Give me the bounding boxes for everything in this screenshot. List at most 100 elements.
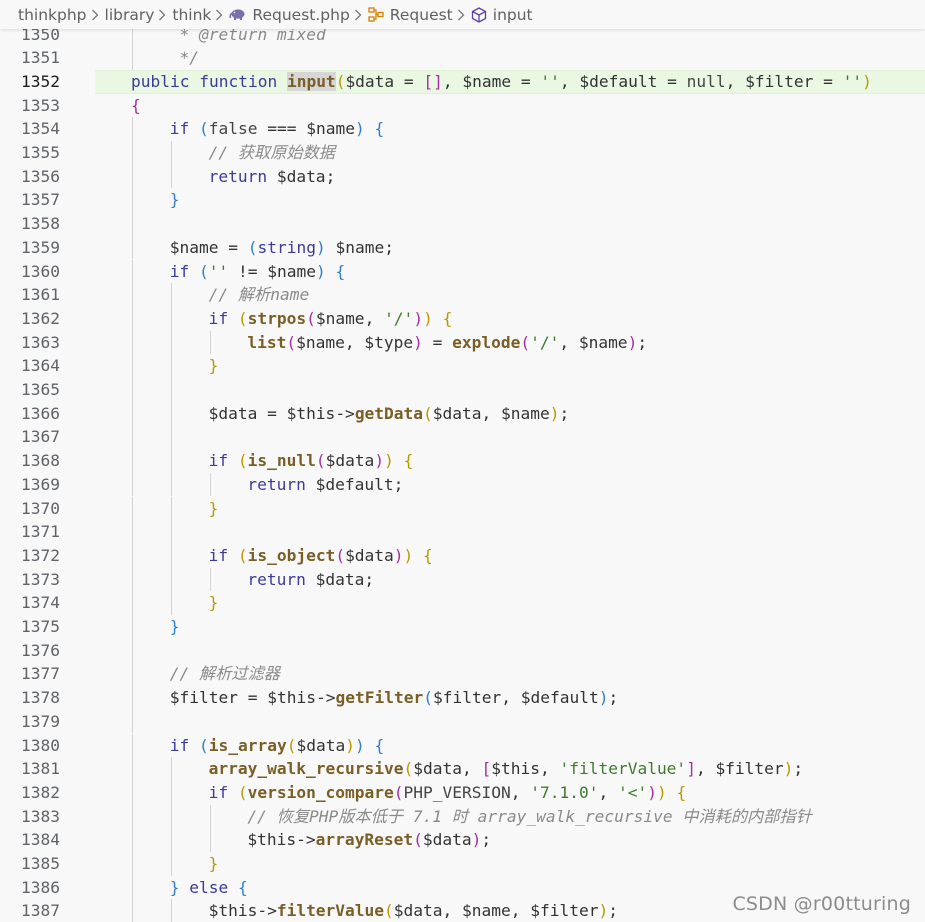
code-token: ) — [316, 237, 326, 257]
code-line[interactable]: 1368 if (is_null($data)) { — [0, 449, 925, 473]
breadcrumb-label: Request.php — [252, 5, 350, 24]
code-line[interactable]: 1360 if ('' != $name) { — [0, 259, 925, 284]
code-token: ; — [325, 166, 336, 186]
code-line[interactable]: 1383 // 恢复PHP版本低于 7.1 时 array_walk_recurs… — [0, 804, 925, 829]
code-line[interactable]: 1353 { — [0, 94, 925, 118]
indent-guide — [209, 567, 211, 592]
code-line[interactable]: 1374} — [0, 591, 925, 615]
code-token: $name — [578, 332, 628, 352]
indent-guide — [170, 591, 172, 615]
indent-guide — [132, 235, 133, 260]
line-number: 1370 — [21, 498, 60, 518]
code-line[interactable]: 1359 $name = (string) $name; — [0, 235, 925, 260]
line-number: 1354 — [21, 119, 60, 139]
code-text: return $data; — [209, 165, 336, 189]
line-number: 1355 — [21, 143, 60, 162]
code-line[interactable]: 1369 return $default; — [0, 472, 925, 497]
code-token: , — [462, 759, 482, 779]
code-line[interactable]: 1358 — [0, 212, 925, 236]
indent-guide — [132, 899, 133, 922]
code-token: ] — [686, 759, 696, 779]
code-token: { — [374, 735, 385, 755]
breadcrumb-item-request-class[interactable]: Request — [368, 6, 453, 24]
indent-guide — [132, 709, 133, 734]
code-token: , — [695, 759, 716, 779]
code-line[interactable]: 1363 list($name, $type) = explode('/', $n… — [0, 330, 925, 355]
indent-guide — [132, 283, 133, 307]
code-line[interactable]: 1372 if (is_object($data)) { — [0, 543, 925, 568]
chevron-right-icon — [215, 9, 223, 21]
code-line[interactable]: 1370} — [0, 496, 925, 521]
code-token: $name — [335, 237, 385, 257]
code-token: } — [208, 854, 219, 873]
code-token: ( — [247, 237, 258, 257]
code-line[interactable]: 1365 — [0, 378, 925, 402]
code-token: = — [813, 71, 843, 91]
code-line[interactable]: 1357} — [0, 188, 925, 213]
code-line[interactable]: 1385} — [0, 852, 925, 876]
code-token: = — [218, 237, 248, 257]
indent-guide — [132, 188, 133, 213]
code-editor[interactable]: 1350 * @return mixed 1351 */1352 public fu… — [0, 21, 925, 922]
code-token: version_compare — [247, 782, 394, 802]
line-number: 1364 — [21, 356, 60, 376]
code-token: ) — [403, 545, 414, 565]
code-line[interactable]: 1351 */ — [0, 46, 925, 70]
code-line[interactable]: 1371 — [0, 520, 925, 544]
code-token: ( — [423, 403, 433, 423]
code-line[interactable]: 1384 $this->arrayReset($data); — [0, 828, 925, 852]
code-text: } — [209, 497, 219, 521]
code-line[interactable]: 1361 // 解析name — [0, 283, 925, 307]
code-line[interactable]: 1379 — [0, 709, 925, 734]
code-token: if — [169, 261, 190, 281]
code-token: , — [501, 688, 521, 708]
indent-guide — [132, 733, 133, 758]
code-line[interactable]: 1366 $data = $this->getData($data, $name)… — [0, 401, 925, 426]
code-line[interactable]: 1362 if (strpos($name, '/')) { — [0, 306, 925, 331]
code-token: , — [510, 782, 531, 802]
code-token: != — [228, 261, 268, 281]
code-line[interactable]: 1378 $filter = $this->getFilter($filter, … — [0, 686, 925, 710]
code-line[interactable]: 1355 // 获取原始数据 — [0, 141, 925, 165]
code-token: , — [598, 782, 618, 802]
breadcrumb-item-request-php[interactable]: Request.php — [229, 5, 350, 24]
code-line[interactable]: 1352 public function input($data = [], $n… — [0, 69, 925, 94]
code-text: $data = $this->getData($data, $name); — [209, 402, 570, 426]
code-line[interactable]: 1367 — [0, 425, 925, 450]
line-number: 1362 — [21, 308, 60, 328]
code-token: [ — [481, 759, 492, 779]
code-token: // 解析过滤器 — [169, 664, 280, 684]
breadcrumb-item-thinkphp[interactable]: thinkphp — [18, 6, 87, 24]
code-text: $name = (string) $name; — [170, 236, 394, 260]
code-token: ( — [384, 901, 394, 921]
code-token: = — [511, 71, 541, 91]
code-line[interactable]: 1373 return $data; — [0, 567, 925, 592]
line-number: 1353 — [21, 95, 60, 115]
code-token: $filter — [169, 688, 239, 708]
code-line[interactable]: 1380 if (is_array($data)) { — [0, 733, 925, 758]
code-text: if (version_compare(PHP_VERSION, '7.1.0'… — [209, 781, 687, 805]
indent-guide — [209, 472, 211, 497]
breadcrumb-item-think[interactable]: think — [172, 6, 211, 24]
breadcrumb-item-input-method[interactable]: input — [471, 6, 533, 24]
code-line[interactable]: 1356 return $data; — [0, 164, 925, 189]
line-number: 1380 — [21, 735, 60, 755]
code-line[interactable]: 1375} — [0, 615, 925, 639]
indent-guide — [170, 283, 172, 307]
code-line[interactable]: 1381 array_walk_recursive($data, [$this, … — [0, 757, 925, 781]
code-line[interactable]: 1377 // 解析过滤器 — [0, 662, 925, 687]
code-line[interactable]: 1382 if (version_compare(PHP_VERSION, '7.… — [0, 780, 925, 805]
code-token: ( — [403, 759, 414, 779]
code-token: null — [686, 71, 726, 91]
indent-guide — [132, 425, 133, 450]
code-line[interactable]: 1354 if (false === $name) { — [0, 117, 925, 141]
class-icon — [368, 7, 384, 22]
code-token: ) — [598, 688, 609, 708]
code-line[interactable]: 1364} — [0, 354, 925, 378]
breadcrumb-item-library[interactable]: library — [105, 6, 155, 24]
code-line[interactable]: 1376 — [0, 638, 925, 663]
code-token: ) — [471, 830, 482, 850]
code-text: return $default; — [247, 473, 403, 497]
